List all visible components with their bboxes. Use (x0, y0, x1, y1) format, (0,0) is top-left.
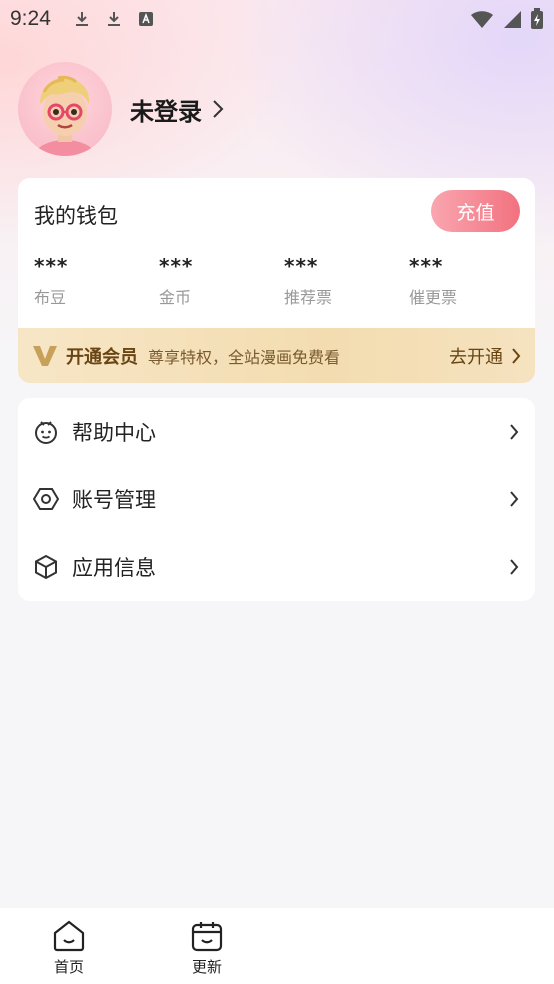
stat-label: 催更票 (409, 288, 458, 307)
avatar-illustration (35, 75, 95, 156)
battery-icon (531, 8, 543, 29)
vip-v-icon (33, 345, 57, 366)
bottom-tab-bar: 首页 更新 (0, 908, 554, 984)
chevron-right-icon (510, 559, 519, 575)
stat-label: 金币 (159, 288, 192, 307)
settings-menu: 帮助中心 账号管理 应用信息 (18, 398, 535, 601)
tab-label: 更新 (191, 958, 222, 976)
download-icon (107, 12, 120, 26)
tab-updates[interactable]: 更新 (138, 908, 276, 984)
calendar-icon (191, 922, 223, 952)
help-center-icon (32, 418, 60, 446)
menu-item-label: 应用信息 (72, 555, 156, 580)
stat-value: *** (159, 254, 194, 278)
home-icon (53, 920, 85, 952)
login-status-text: 未登录 (130, 97, 202, 126)
login-link[interactable]: 未登录 (130, 92, 224, 127)
menu-item-help-center[interactable]: 帮助中心 (18, 398, 535, 466)
stat-value: *** (409, 254, 444, 278)
tab-label: 首页 (53, 958, 84, 976)
chevron-right-icon (213, 100, 224, 118)
menu-item-label: 账号管理 (72, 488, 156, 513)
wallet-card: 我的钱包 充值 *** 布豆 *** 金币 *** 推荐票 *** 催更票 开通… (18, 178, 535, 383)
app-notification-icon (138, 12, 153, 26)
stat-value: *** (34, 254, 69, 278)
vip-banner[interactable]: 开通会员 尊享特权，全站漫画免费看 去开通 (18, 328, 535, 383)
avatar[interactable] (18, 62, 112, 156)
download-icon (75, 12, 88, 26)
vip-activate-button[interactable]: 去开通 (449, 343, 521, 369)
stat-recommend-tickets[interactable]: *** 推荐票 (284, 254, 409, 308)
account-hexagon-icon (32, 485, 60, 513)
tab-home[interactable]: 首页 (0, 908, 138, 984)
stat-label: 推荐票 (284, 288, 333, 307)
stat-label: 布豆 (34, 288, 67, 307)
chevron-right-icon (512, 347, 521, 364)
status-bar: 9:24 (0, 0, 554, 38)
vip-description: 尊享特权，全站漫画免费看 (148, 347, 341, 367)
stat-value: *** (284, 254, 319, 278)
wifi-icon (471, 11, 493, 28)
vip-title: 开通会员 (66, 346, 138, 368)
wallet-title: 我的钱包 (34, 204, 118, 228)
chevron-right-icon (510, 491, 519, 507)
signal-icon (504, 11, 521, 28)
menu-item-label: 帮助中心 (72, 420, 156, 445)
wallet-stats: *** 布豆 *** 金币 *** 推荐票 *** 催更票 (34, 254, 534, 308)
app-info-cube-icon (32, 553, 60, 581)
menu-item-account-management[interactable]: 账号管理 (18, 466, 535, 534)
vip-activate-label: 去开通 (449, 346, 503, 368)
chevron-right-icon (510, 424, 519, 440)
recharge-button[interactable]: 充值 (431, 190, 520, 232)
menu-item-app-info[interactable]: 应用信息 (18, 533, 535, 601)
stat-coins[interactable]: *** 金币 (159, 254, 284, 308)
status-time: 9:24 (10, 7, 51, 30)
stat-budou[interactable]: *** 布豆 (34, 254, 159, 308)
stat-update-tickets[interactable]: *** 催更票 (409, 254, 534, 308)
profile-header[interactable]: 未登录 (18, 62, 224, 156)
